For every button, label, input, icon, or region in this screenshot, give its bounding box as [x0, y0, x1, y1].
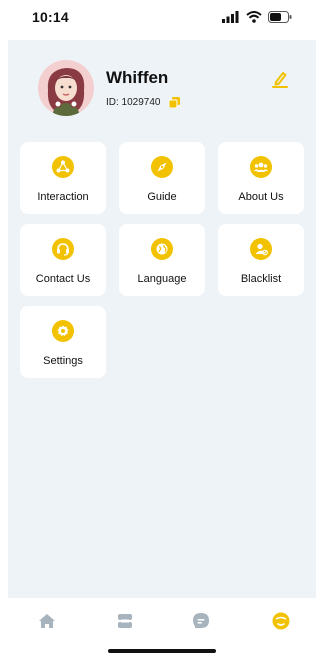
status-bar: 10:14	[0, 0, 316, 40]
menu-item-label: Language	[137, 273, 187, 285]
profile-header: Whiffen ID: 1029740	[38, 60, 298, 120]
status-time: 10:14	[32, 9, 69, 25]
menu-item-label: Guide	[147, 191, 177, 203]
menu-item-label: Contact Us	[35, 273, 91, 285]
gear-icon	[52, 320, 74, 342]
user-name: Whiffen	[106, 68, 169, 87]
home-indicator	[108, 649, 216, 653]
menu-item-contact-us[interactable]: Contact Us	[20, 224, 106, 296]
face-icon[interactable]	[270, 610, 292, 632]
menu-item-label: About Us	[238, 191, 284, 203]
menu-item-label: Blacklist	[240, 273, 282, 285]
menu-item-language[interactable]: Language	[119, 224, 205, 296]
menu-item-guide[interactable]: Guide	[119, 142, 205, 214]
globe-icon	[151, 238, 173, 260]
avatar[interactable]	[38, 60, 94, 116]
interaction-icon	[52, 156, 74, 178]
menu-item-blacklist[interactable]: Blacklist	[218, 224, 304, 296]
home-icon[interactable]	[36, 610, 58, 632]
headset-icon	[52, 238, 74, 260]
group-icon	[250, 156, 272, 178]
bottom-tab-bar	[0, 598, 316, 656]
battery-icon	[268, 11, 292, 23]
blocked-user-icon	[250, 238, 272, 260]
inbox-icon[interactable]	[114, 610, 136, 632]
chat-icon[interactable]	[190, 610, 212, 632]
signal-icon	[222, 11, 239, 23]
menu-item-label: Settings	[43, 355, 83, 367]
status-icons	[222, 11, 292, 23]
compass-icon	[151, 156, 173, 178]
menu-item-about-us[interactable]: About Us	[218, 142, 304, 214]
wifi-icon	[246, 11, 262, 23]
menu-item-label: Interaction	[37, 191, 89, 203]
user-id-row: ID: 1029740	[106, 97, 180, 108]
edit-profile-icon[interactable]	[270, 69, 290, 89]
menu-item-interaction[interactable]: Interaction	[20, 142, 106, 214]
menu-item-settings[interactable]: Settings	[20, 306, 106, 378]
copy-icon[interactable]	[168, 97, 180, 108]
user-id: ID: 1029740	[106, 97, 161, 108]
